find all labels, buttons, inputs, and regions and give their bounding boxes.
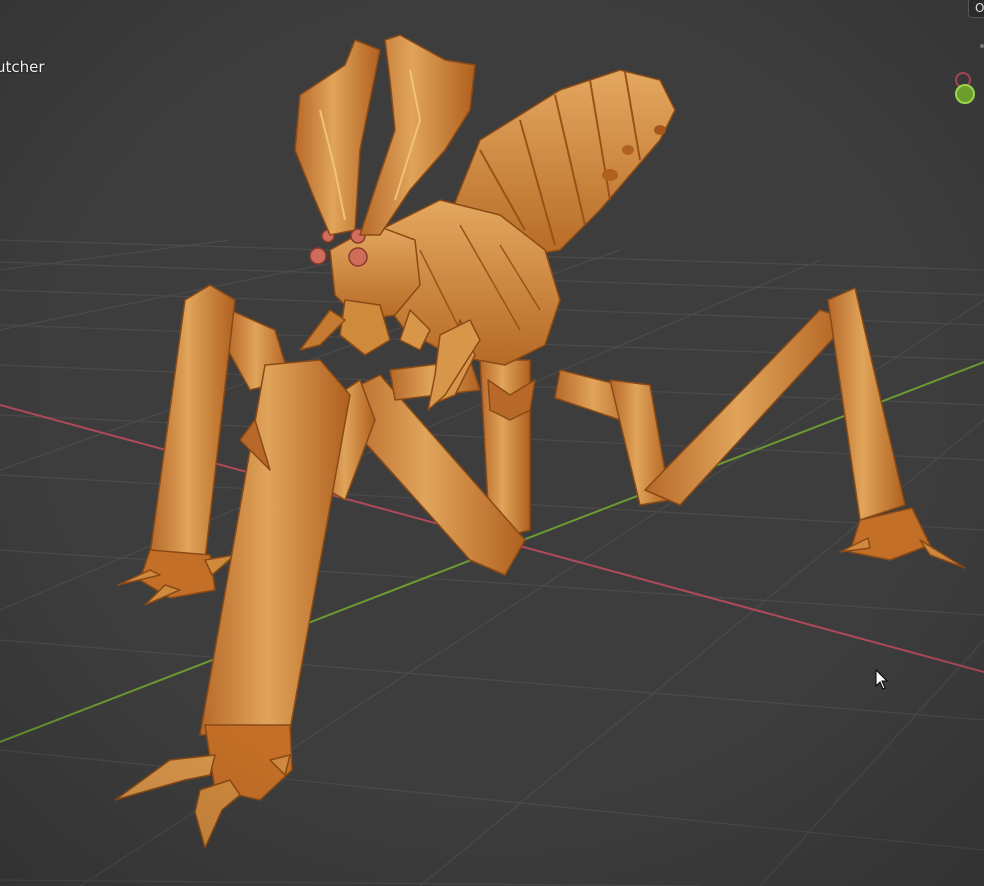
gizmo-y-axis-icon[interactable] (955, 84, 975, 104)
viewport-overlay-button[interactable]: O (968, 0, 984, 18)
object-name-label: utcher (0, 58, 45, 76)
3d-viewport[interactable]: utcher O (0, 0, 984, 886)
viewport-canvas[interactable] (0, 0, 984, 886)
gizmo-dot-icon (980, 44, 984, 48)
viewport-vignette (0, 0, 984, 886)
